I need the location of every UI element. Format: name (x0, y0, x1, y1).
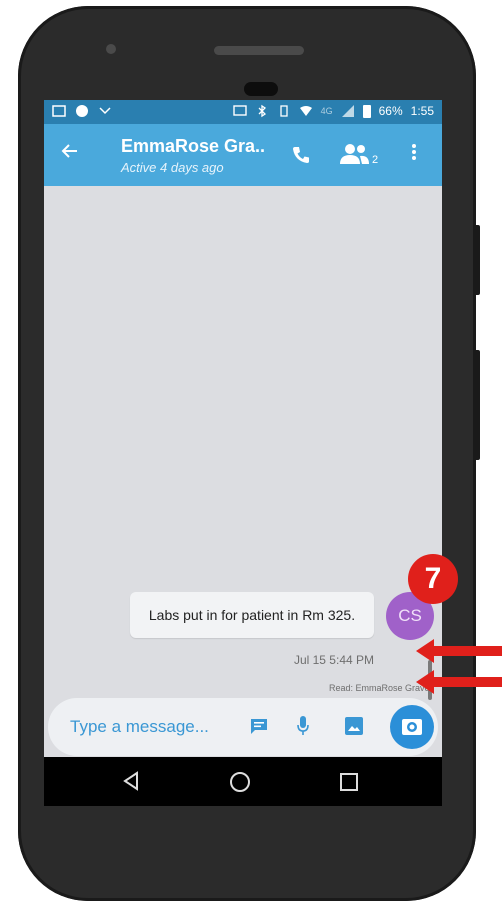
android-nav-bar (44, 757, 442, 806)
android-icon (76, 105, 88, 117)
read-receipt: Read: EmmaRose Graves (328, 683, 434, 693)
nav-back-icon[interactable] (122, 771, 140, 791)
battery-percent: 66% (378, 104, 403, 118)
message-input[interactable]: Type a message... (70, 717, 209, 737)
camera-icon[interactable] (390, 705, 434, 749)
battery-icon (362, 104, 371, 118)
image-icon[interactable] (344, 716, 364, 736)
more-vertical-icon[interactable] (411, 142, 417, 166)
phone-icon[interactable] (290, 144, 312, 166)
phone-screen: 4G 66% 1:55 EmmaRose Gra.. Active 4 days… (44, 100, 442, 806)
signal-icon (341, 104, 355, 118)
message-timestamp: Jul 15 5:44 PM (293, 653, 374, 667)
chat-icon[interactable] (249, 717, 269, 735)
wifi-icon (299, 104, 313, 118)
last-active-status: Active 4 days ago (121, 160, 224, 175)
bluetooth-icon (255, 104, 269, 118)
back-arrow-icon[interactable] (60, 141, 80, 165)
nav-home-icon[interactable] (230, 772, 250, 792)
status-bar: 4G 66% 1:55 (44, 100, 442, 124)
mic-icon[interactable] (297, 715, 309, 737)
vibrate-icon (277, 104, 291, 118)
participants-count: 2 (372, 154, 379, 166)
cast-icon (232, 104, 247, 118)
nav-recent-apps-icon[interactable] (340, 773, 358, 791)
annotation-arrow-timestamp (432, 646, 502, 656)
volume-button (474, 350, 480, 460)
power-button (474, 225, 480, 295)
contact-name: EmmaRose Gra.. (121, 136, 266, 156)
message-text: Labs put in for patient in Rm 325. (148, 607, 356, 623)
annotation-arrow-read-receipt (432, 677, 502, 687)
message-bubble[interactable]: Labs put in for patient in Rm 325. (130, 592, 374, 638)
step-number-badge: 7 (408, 554, 458, 604)
proximity-sensor (244, 82, 278, 96)
clock: 1:55 (410, 104, 434, 118)
missed-call-icon (98, 104, 112, 118)
people-icon[interactable] (338, 142, 372, 166)
message-composer: Type a message... (48, 698, 438, 756)
conversation-header: EmmaRose Gra.. Active 4 days ago 2 (44, 124, 442, 186)
notification-icon (52, 104, 66, 118)
earpiece-speaker (214, 46, 304, 55)
network-type: 4G (320, 106, 333, 116)
front-camera (106, 44, 116, 54)
